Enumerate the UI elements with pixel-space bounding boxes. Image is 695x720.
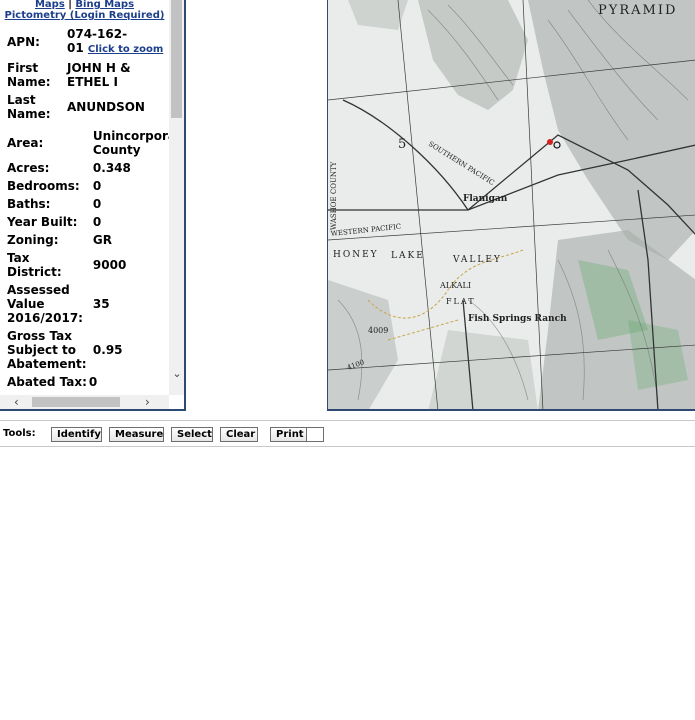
- map-label-washoe-county: WASHOE COUNTY: [330, 161, 338, 230]
- assessed-value: 35: [92, 297, 110, 311]
- apn-label: APN:: [7, 35, 40, 49]
- map-label-elev-4009: 4009: [368, 326, 388, 335]
- identify-button[interactable]: Identify: [51, 427, 102, 442]
- row-bedrooms: Bedrooms: 0: [5, 177, 169, 195]
- row-gross-tax: Gross Tax Subject to Abatement: 0.95: [5, 327, 169, 373]
- year-built-value: 0: [92, 215, 102, 229]
- row-acres: Acres: 0.348: [5, 159, 169, 177]
- link-separator: |: [68, 0, 72, 10]
- parcel-info-panel: Maps | Bing Maps Pictometry (Login Requi…: [0, 0, 186, 411]
- first-name-label-2: Name:: [7, 75, 51, 89]
- horizontal-scrollbar[interactable]: ‹ ›: [0, 395, 169, 409]
- map-links: Maps | Bing Maps Pictometry (Login Requi…: [0, 0, 169, 21]
- scroll-down-arrow-icon[interactable]: ⌄: [172, 368, 182, 380]
- map-toolbar: Tools: Identify Measure Select Clear Pri…: [0, 420, 695, 447]
- parcel-info-content: Maps | Bing Maps Pictometry (Login Requi…: [0, 0, 169, 395]
- bing-maps-link[interactable]: Bing Maps: [75, 0, 134, 10]
- map-label-section: 5: [398, 137, 406, 152]
- gross-tax-label-1: Gross Tax: [7, 329, 72, 343]
- zoning-label: Zoning:: [7, 233, 59, 247]
- parcel-info-table: APN: 074-162- 01 Click to zoom First Nam…: [5, 25, 165, 123]
- last-name-value: ANUNDSON: [67, 100, 145, 114]
- abated-tax-label: Abated Tax:: [7, 375, 87, 389]
- row-assessed-value: Assessed Value 2016/2017: 35: [5, 281, 169, 327]
- map-label-alkali: ALKALI: [439, 281, 471, 290]
- gross-tax-label-2: Subject to: [7, 343, 77, 357]
- last-name-label-2: Name:: [7, 107, 51, 121]
- area-value-2: County: [92, 143, 141, 157]
- map-label-valley: VALLEY: [452, 255, 502, 265]
- row-abated-tax: Abated Tax: 0: [5, 373, 169, 391]
- row-baths: Baths: 0: [5, 195, 169, 213]
- assessed-label-2: Value: [7, 297, 45, 311]
- tax-district-label-2: District:: [7, 265, 62, 279]
- gross-tax-label-3: Abatement:: [7, 357, 87, 371]
- acres-value: 0.348: [92, 161, 131, 175]
- clear-button[interactable]: Clear: [220, 427, 258, 442]
- apn-value-line2: 01: [67, 41, 84, 55]
- map-label-flanigan: Flanigan: [463, 194, 508, 204]
- map-label-honey: HONEY: [333, 250, 379, 260]
- area-value-1: Unincorpora: [92, 129, 169, 143]
- horizontal-scroll-thumb[interactable]: [32, 397, 120, 407]
- click-to-zoom-link[interactable]: Click to zoom: [88, 44, 163, 55]
- scroll-left-arrow-icon[interactable]: ‹: [14, 395, 19, 409]
- row-apn: APN: 074-162- 01 Click to zoom: [5, 25, 165, 59]
- baths-value: 0: [92, 197, 102, 211]
- measure-button[interactable]: Measure: [109, 427, 164, 442]
- first-name-value-2: ETHEL I: [67, 75, 118, 89]
- map-label-fish-springs-ranch: Fish Springs Ranch: [468, 314, 567, 324]
- tools-label: Tools:: [3, 428, 36, 439]
- first-name-value-1: JOHN H &: [67, 61, 131, 75]
- maps-link[interactable]: Maps: [35, 0, 65, 10]
- vertical-scroll-thumb[interactable]: [171, 0, 182, 118]
- assessed-label-3: 2016/2017:: [7, 311, 83, 325]
- bedrooms-value: 0: [92, 179, 102, 193]
- tax-district-label-1: Tax: [7, 251, 30, 265]
- map-label-pyramid: PYRAMID: [598, 3, 677, 18]
- parcel-location-ring: [553, 141, 561, 149]
- map-label-lake: LAKE: [391, 251, 425, 261]
- first-name-label-1: First: [7, 61, 39, 75]
- zoning-value: GR: [92, 233, 112, 247]
- year-built-label: Year Built:: [7, 215, 78, 229]
- map-view[interactable]: PYRAMID 5 SOUTHERN PACIFIC Flanigan WEST…: [327, 0, 695, 411]
- vertical-scrollbar[interactable]: ⌄: [169, 0, 184, 395]
- select-button[interactable]: Select: [171, 427, 213, 442]
- topographic-map[interactable]: PYRAMID 5 SOUTHERN PACIFIC Flanigan WEST…: [328, 0, 695, 411]
- gross-tax-value: 0.95: [92, 343, 123, 357]
- row-zoning: Zoning: GR: [5, 231, 169, 249]
- row-first-name: First Name: JOHN H & ETHEL I: [5, 59, 165, 91]
- print-button[interactable]: Print: [270, 427, 307, 442]
- scroll-right-arrow-icon[interactable]: ›: [145, 395, 150, 409]
- pictometry-link[interactable]: Pictometry (Login Required): [5, 10, 165, 21]
- row-year-built: Year Built: 0: [5, 213, 169, 231]
- print-options-box[interactable]: [306, 427, 324, 442]
- row-area: Area: Unincorpora County: [5, 127, 169, 159]
- row-tax-district: Tax District: 9000: [5, 249, 169, 281]
- map-label-southern-pacific: SOUTHERN PACIFIC: [427, 140, 496, 187]
- bedrooms-label: Bedrooms:: [7, 179, 80, 193]
- parcel-details-table: Area: Unincorpora County Acres: 0.348 Be…: [5, 127, 169, 391]
- assessed-label-1: Assessed: [7, 283, 70, 297]
- baths-label: Baths:: [7, 197, 51, 211]
- acres-label: Acres:: [7, 161, 50, 175]
- tax-district-value: 9000: [92, 258, 127, 272]
- parcel-location-marker: [547, 139, 553, 145]
- row-last-name: Last Name: ANUNDSON: [5, 91, 165, 123]
- abated-tax-value: 0: [88, 375, 98, 389]
- area-label: Area:: [7, 136, 44, 150]
- last-name-label-1: Last: [7, 93, 36, 107]
- map-label-flat: FLAT: [446, 297, 476, 306]
- apn-value-line1: 074-162-: [67, 27, 128, 41]
